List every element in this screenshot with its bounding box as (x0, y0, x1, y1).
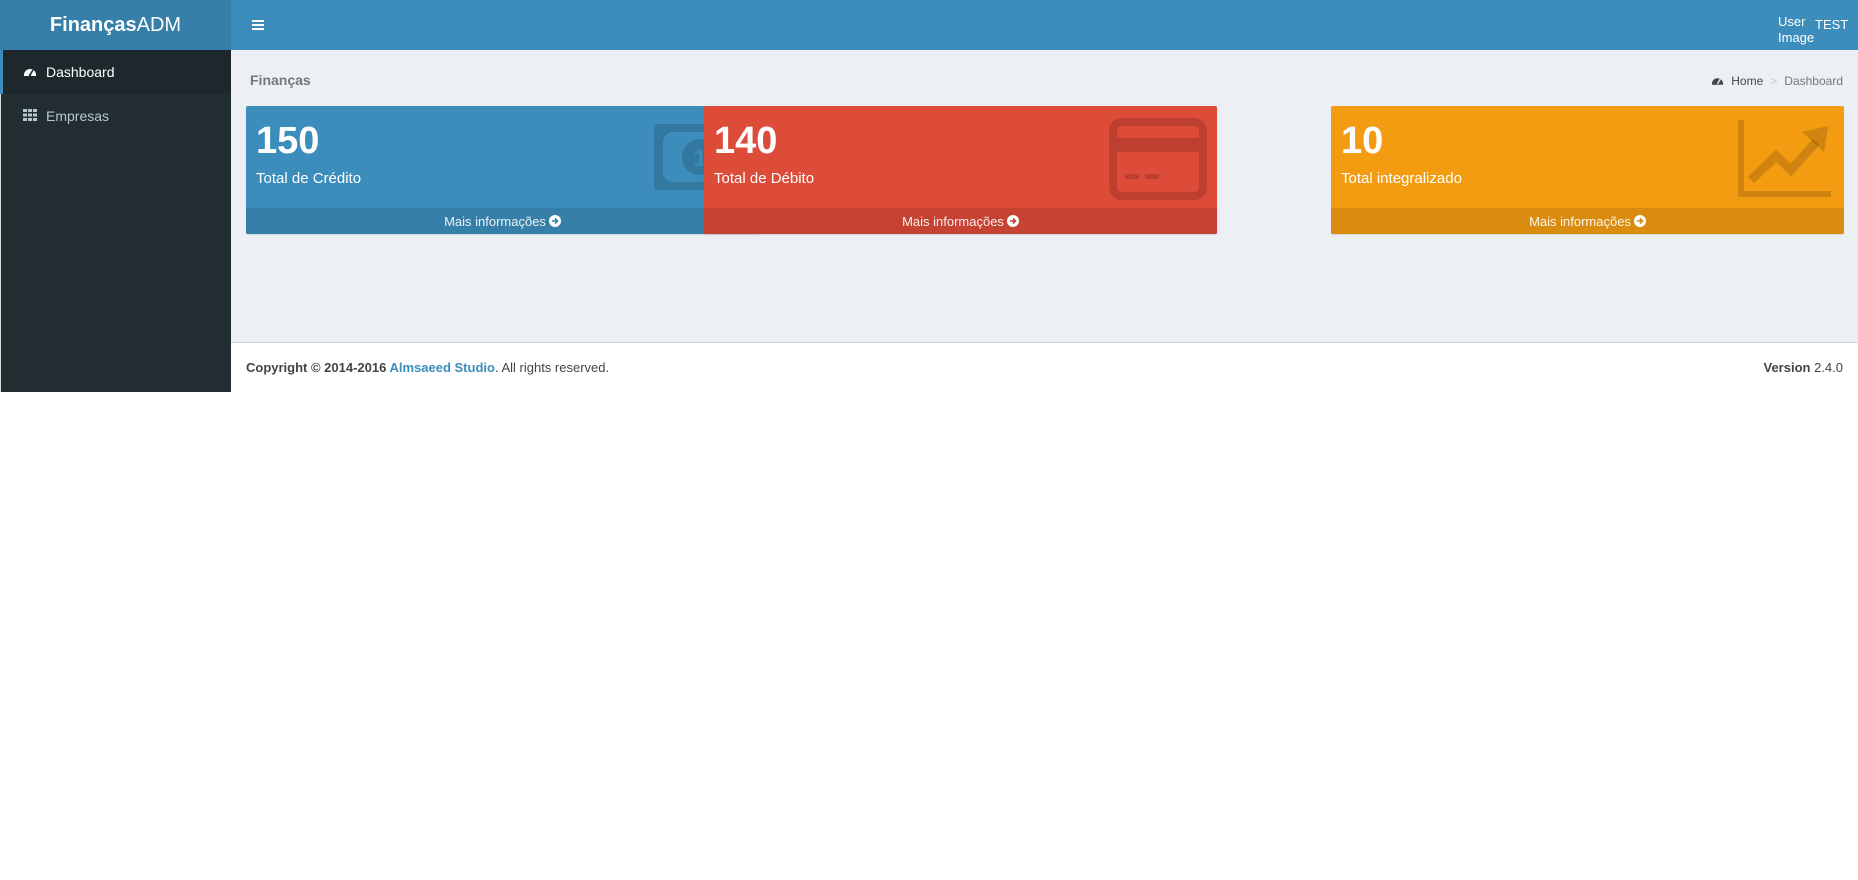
copyright-prefix: Copyright © 2014-2016 (246, 360, 390, 375)
main-footer: Copyright © 2014-2016 Almsaeed Studio. A… (231, 342, 1858, 392)
line-chart-icon (1738, 120, 1831, 197)
box-label: Total integralizado (1341, 170, 1462, 187)
hamburger-icon (252, 20, 264, 30)
arrow-circle-right-icon (1006, 215, 1019, 227)
version-value: 2.4.0 (1814, 360, 1843, 375)
more-info-link[interactable]: Mais informações (246, 208, 759, 234)
top-navbar: User Image TEST (231, 0, 1858, 50)
sidebar-item-label: Empresas (46, 108, 110, 124)
breadcrumb: Home > Dashboard (1711, 74, 1843, 88)
sidebar-item-dashboard[interactable]: Dashboard (0, 50, 231, 94)
more-info-link[interactable]: Mais informações (704, 208, 1217, 234)
more-info-label: Mais informações (902, 213, 1004, 229)
breadcrumb-home-link[interactable]: Home (1731, 74, 1763, 88)
box-label: Total de Débito (714, 170, 815, 187)
dashboard-icon (1711, 75, 1724, 87)
version-label: Version (1763, 360, 1811, 375)
copyright-text: Copyright © 2014-2016 Almsaeed Studio. A… (246, 360, 609, 375)
sidebar-item-label: Dashboard (46, 64, 115, 80)
sidebar-menu: Dashboard Empresas (0, 50, 231, 138)
more-info-link[interactable]: Mais informações (1331, 208, 1844, 234)
arrow-circle-right-icon (1633, 215, 1646, 227)
info-box-credito: 150 Total de Crédito 1 Mais informações (246, 106, 759, 234)
info-box-debito: 140 Total de Débito Mais informações (704, 106, 1217, 234)
dashboard-icon (23, 65, 37, 79)
box-value: 140 (714, 120, 778, 162)
sidebar-item-empresas[interactable]: Empresas (0, 94, 231, 138)
brand-light: ADM (136, 13, 182, 36)
arrow-circle-right-icon (548, 215, 561, 227)
more-info-label: Mais informações (1529, 213, 1631, 229)
grid-icon (23, 109, 37, 123)
sidebar-toggle-button[interactable] (245, 12, 271, 38)
box-label: Total de Crédito (256, 170, 362, 187)
copyright-suffix: . All rights reserved. (494, 360, 610, 375)
user-image[interactable]: User Image (1778, 14, 1814, 50)
credit-card-icon (1109, 118, 1207, 200)
user-name[interactable]: TEST (1815, 17, 1848, 32)
more-info-label: Mais informações (444, 213, 546, 229)
info-box-integralizado: 10 Total integralizado Mais informações (1331, 106, 1844, 234)
box-value: 10 (1341, 120, 1384, 162)
brand-bold: Finanças (49, 13, 137, 36)
page-title: Finanças (250, 72, 311, 88)
version-info: Version 2.4.0 (1763, 360, 1843, 375)
brand-logo[interactable]: Finanças ADM (0, 0, 231, 50)
breadcrumb-current: Dashboard (1784, 74, 1843, 88)
content-wrapper: Finanças Home > Dashboard 150 Total de C… (231, 50, 1858, 342)
breadcrumb-separator: > (1770, 74, 1778, 88)
company-link[interactable]: Almsaeed Studio (389, 360, 494, 375)
box-value: 150 (256, 120, 320, 162)
